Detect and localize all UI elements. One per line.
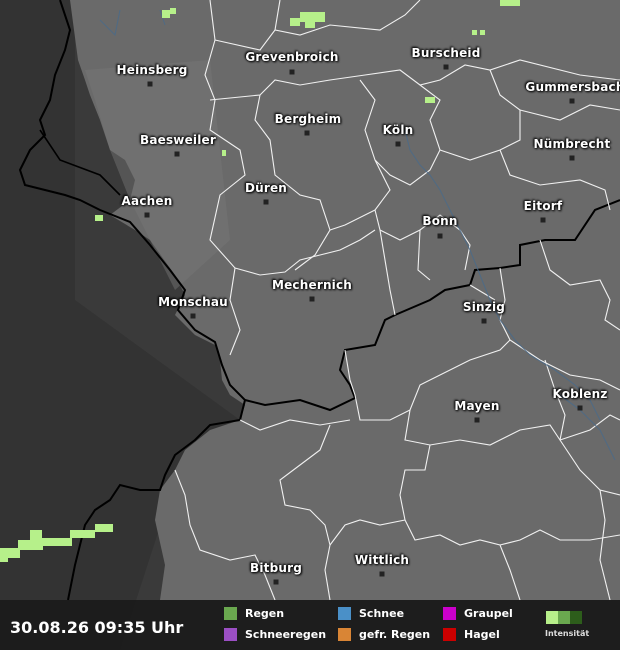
city-label-koeln: Köln [382, 123, 414, 137]
legend-swatch-gefr-regen [338, 628, 351, 641]
legend-item-schneeregen: Schneeregen [224, 628, 326, 641]
legend-swatch-schnee [338, 607, 351, 620]
legend-label: Schnee [359, 607, 405, 620]
city-label-grevenbroich: Grevenbroich [245, 50, 339, 64]
intensity-swatch-mid [558, 611, 570, 624]
timestamp: 30.08.26 09:35 Uhr [10, 618, 184, 637]
city-marker [569, 98, 575, 104]
city-label-gummersbach: Gummersbach [525, 80, 620, 94]
legend-swatch-hagel [443, 628, 456, 641]
city-marker [481, 318, 487, 324]
city-marker [174, 151, 180, 157]
city-marker [273, 579, 279, 585]
legend-label: Schneeregen [245, 628, 327, 641]
city-marker [379, 571, 385, 577]
city-label-mechernich: Mechernich [271, 278, 353, 292]
city-label-bitburg: Bitburg [249, 561, 303, 575]
legend-item-regen: Regen [224, 607, 284, 620]
city-marker [190, 313, 196, 319]
legend-item-schnee: Schnee [338, 607, 404, 620]
city-marker [474, 417, 480, 423]
city-marker [569, 155, 575, 161]
legend-swatch-regen [224, 607, 237, 620]
city-label-koblenz: Koblenz [552, 387, 608, 401]
city-marker [147, 81, 153, 87]
legend-label: Hagel [464, 628, 500, 641]
intensity-label: Intensität [545, 629, 590, 638]
city-marker [289, 69, 295, 75]
legend-item-hagel: Hagel [443, 628, 500, 641]
city-label-sinzig: Sinzig [462, 300, 506, 314]
legend-item-graupel: Graupel [443, 607, 513, 620]
legend-swatch-graupel [443, 607, 456, 620]
city-marker [540, 217, 546, 223]
city-marker [443, 64, 449, 70]
city-label-heinsberg: Heinsberg [116, 63, 188, 77]
city-label-eitorf: Eitorf [523, 199, 563, 213]
city-label-bergheim: Bergheim [274, 112, 342, 126]
intensity-scale [546, 611, 582, 624]
legend-label: Graupel [464, 607, 513, 620]
city-label-wittlich: Wittlich [354, 553, 410, 567]
city-marker [263, 199, 269, 205]
city-label-nuembrecht: Nümbrecht [533, 137, 611, 151]
city-label-mayen: Mayen [454, 399, 500, 413]
legend-item-gefr-regen: gefr. Regen [338, 628, 430, 641]
legend-swatch-schneeregen [224, 628, 237, 641]
legend-label: gefr. Regen [359, 628, 431, 641]
intensity-swatch-high [570, 611, 582, 624]
city-marker [309, 296, 315, 302]
city-label-baesweiler: Baesweiler [139, 133, 217, 147]
weather-radar-map[interactable] [0, 0, 620, 650]
city-marker [304, 130, 310, 136]
city-marker [437, 233, 443, 239]
intensity-swatch-low [546, 611, 558, 624]
city-label-bonn: Bonn [422, 214, 458, 228]
city-marker [395, 141, 401, 147]
city-marker [577, 405, 583, 411]
city-label-aachen: Aachen [121, 194, 173, 208]
legend-label: Regen [245, 607, 285, 620]
city-marker [144, 212, 150, 218]
city-label-burscheid: Burscheid [411, 46, 481, 60]
city-label-dueren: Düren [244, 181, 288, 195]
city-label-monschau: Monschau [158, 295, 228, 309]
